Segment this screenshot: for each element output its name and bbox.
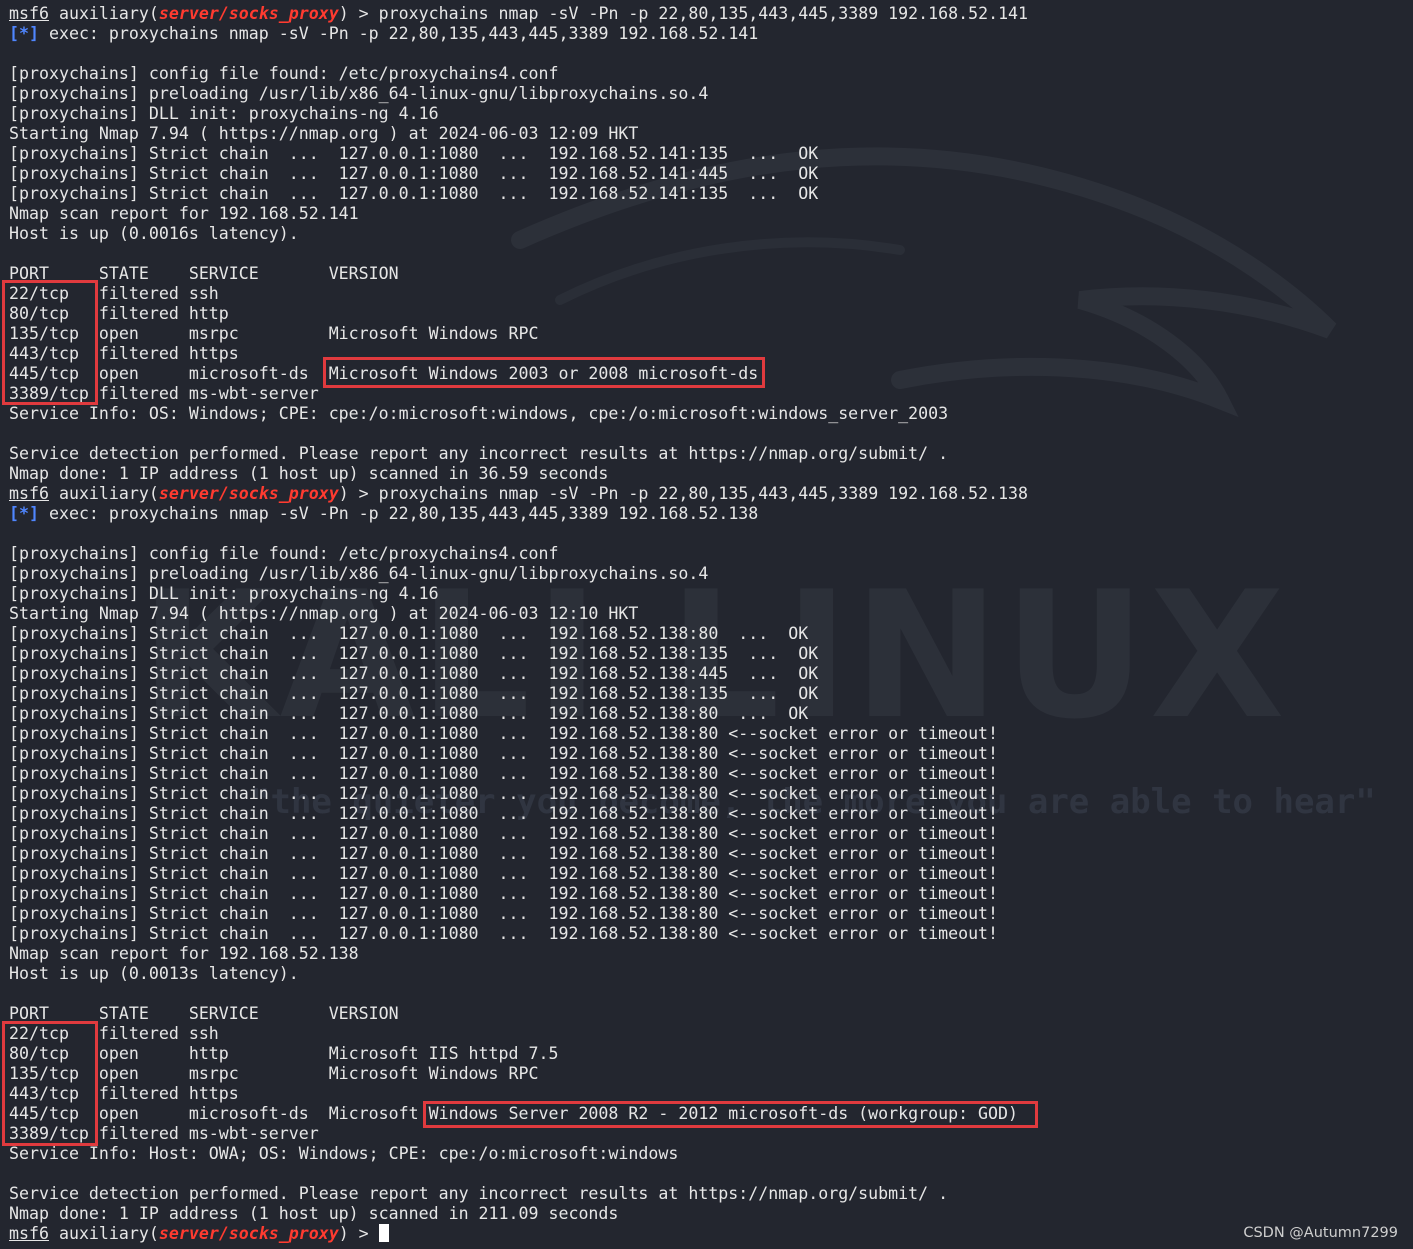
ports-highlight-2 bbox=[2, 1021, 98, 1146]
command-text: proxychains nmap -sV -Pn -p 22,80,135,44… bbox=[378, 484, 1029, 503]
output-line: [proxychains] Strict chain ... 127.0.0.1… bbox=[9, 724, 999, 743]
output-line: Starting Nmap 7.94 ( https://nmap.org ) … bbox=[9, 604, 639, 623]
prompt-close: ) > bbox=[338, 484, 379, 503]
output-line: 80/tcp open http Microsoft IIS httpd 7.5 bbox=[9, 1044, 559, 1063]
prompt-module: server/socks_proxy bbox=[158, 484, 339, 503]
output-line: [proxychains] Strict chain ... 127.0.0.1… bbox=[9, 164, 819, 183]
output-line: [proxychains] Strict chain ... 127.0.0.1… bbox=[9, 824, 999, 843]
output-line: 135/tcp open msrpc Microsoft Windows RPC bbox=[9, 324, 539, 343]
output-line: Nmap done: 1 IP address (1 host up) scan… bbox=[9, 1204, 619, 1223]
prompt-msf6: msf6 bbox=[9, 4, 49, 23]
output-line: Service detection performed. Please repo… bbox=[9, 444, 949, 463]
version-highlight-1 bbox=[323, 357, 765, 388]
output-line: [proxychains] preloading /usr/lib/x86_64… bbox=[9, 564, 709, 583]
output-line: [proxychains] DLL init: proxychains-ng 4… bbox=[9, 104, 439, 123]
output-line: [proxychains] Strict chain ... 127.0.0.1… bbox=[9, 644, 819, 663]
output-line: Nmap scan report for 192.168.52.141 bbox=[9, 204, 359, 223]
prompt-line: msf6 auxiliary(server/socks_proxy) > pro… bbox=[9, 4, 1028, 24]
output-line: [proxychains] Strict chain ... 127.0.0.1… bbox=[9, 664, 819, 683]
output-line: [proxychains] config file found: /etc/pr… bbox=[9, 544, 559, 563]
output-line: Host is up (0.0013s latency). bbox=[9, 964, 299, 983]
output-line: [proxychains] Strict chain ... 127.0.0.1… bbox=[9, 144, 819, 163]
prompt-auxiliary: auxiliary( bbox=[48, 484, 159, 503]
output-line: PORT STATE SERVICE VERSION bbox=[9, 264, 399, 283]
ports-highlight-1 bbox=[2, 280, 98, 405]
info-tag: [*] bbox=[9, 24, 39, 43]
output-line: [proxychains] Strict chain ... 127.0.0.1… bbox=[9, 684, 819, 703]
prompt-line: msf6 auxiliary(server/socks_proxy) > bbox=[9, 1224, 1028, 1244]
output-line: Starting Nmap 7.94 ( https://nmap.org ) … bbox=[9, 124, 639, 143]
output-line: [proxychains] Strict chain ... 127.0.0.1… bbox=[9, 704, 809, 723]
output-line: [proxychains] config file found: /etc/pr… bbox=[9, 64, 559, 83]
info-line: [*] exec: proxychains nmap -sV -Pn -p 22… bbox=[9, 504, 1028, 524]
terminal-output[interactable]: msf6 auxiliary(server/socks_proxy) > pro… bbox=[9, 4, 1028, 1244]
csdn-credit: CSDN @Autumn7299 bbox=[1243, 1225, 1398, 1241]
info-line: [*] exec: proxychains nmap -sV -Pn -p 22… bbox=[9, 24, 1028, 44]
output-line: [proxychains] Strict chain ... 127.0.0.1… bbox=[9, 904, 999, 923]
output-line: [proxychains] DLL init: proxychains-ng 4… bbox=[9, 584, 439, 603]
output-line: Nmap done: 1 IP address (1 host up) scan… bbox=[9, 464, 609, 483]
output-line: Service Info: Host: OWA; OS: Windows; CP… bbox=[9, 1144, 679, 1163]
output-line: 22/tcp filtered ssh bbox=[9, 1024, 219, 1043]
output-line: [proxychains] Strict chain ... 127.0.0.1… bbox=[9, 744, 999, 763]
output-line: Service detection performed. Please repo… bbox=[9, 1184, 949, 1203]
output-line: 135/tcp open msrpc Microsoft Windows RPC bbox=[9, 1064, 539, 1083]
command-text: proxychains nmap -sV -Pn -p 22,80,135,44… bbox=[378, 4, 1029, 23]
prompt-line: msf6 auxiliary(server/socks_proxy) > pro… bbox=[9, 484, 1028, 504]
output-line: [proxychains] Strict chain ... 127.0.0.1… bbox=[9, 924, 999, 943]
prompt-close: ) > bbox=[338, 1224, 379, 1243]
output-line: [proxychains] Strict chain ... 127.0.0.1… bbox=[9, 864, 999, 883]
prompt-msf6: msf6 bbox=[9, 484, 49, 503]
info-tag: [*] bbox=[9, 504, 39, 523]
output-line: [proxychains] Strict chain ... 127.0.0.1… bbox=[9, 884, 999, 903]
output-line: [proxychains] preloading /usr/lib/x86_64… bbox=[9, 84, 709, 103]
output-line: [proxychains] Strict chain ... 127.0.0.1… bbox=[9, 764, 999, 783]
output-line: Host is up (0.0016s latency). bbox=[9, 224, 299, 243]
output-line: Nmap scan report for 192.168.52.138 bbox=[9, 944, 359, 963]
output-line: Service Info: OS: Windows; CPE: cpe:/o:m… bbox=[9, 404, 949, 423]
output-line: [proxychains] Strict chain ... 127.0.0.1… bbox=[9, 624, 809, 643]
prompt-module: server/socks_proxy bbox=[158, 1224, 339, 1243]
version-highlight-2 bbox=[423, 1101, 1038, 1128]
info-text: exec: proxychains nmap -sV -Pn -p 22,80,… bbox=[38, 24, 759, 43]
output-line: 80/tcp filtered http bbox=[9, 304, 229, 323]
prompt-msf6: msf6 bbox=[9, 1224, 49, 1243]
output-line: [proxychains] Strict chain ... 127.0.0.1… bbox=[9, 844, 999, 863]
output-line: [proxychains] Strict chain ... 127.0.0.1… bbox=[9, 184, 819, 203]
terminal-cursor[interactable] bbox=[378, 1224, 389, 1242]
output-line: [proxychains] Strict chain ... 127.0.0.1… bbox=[9, 804, 999, 823]
prompt-auxiliary: auxiliary( bbox=[48, 4, 159, 23]
output-line: [proxychains] Strict chain ... 127.0.0.1… bbox=[9, 784, 999, 803]
info-text: exec: proxychains nmap -sV -Pn -p 22,80,… bbox=[38, 504, 759, 523]
output-line: 22/tcp filtered ssh bbox=[9, 284, 219, 303]
prompt-close: ) > bbox=[338, 4, 379, 23]
output-line: PORT STATE SERVICE VERSION bbox=[9, 1004, 399, 1023]
prompt-auxiliary: auxiliary( bbox=[48, 1224, 159, 1243]
prompt-module: server/socks_proxy bbox=[158, 4, 339, 23]
